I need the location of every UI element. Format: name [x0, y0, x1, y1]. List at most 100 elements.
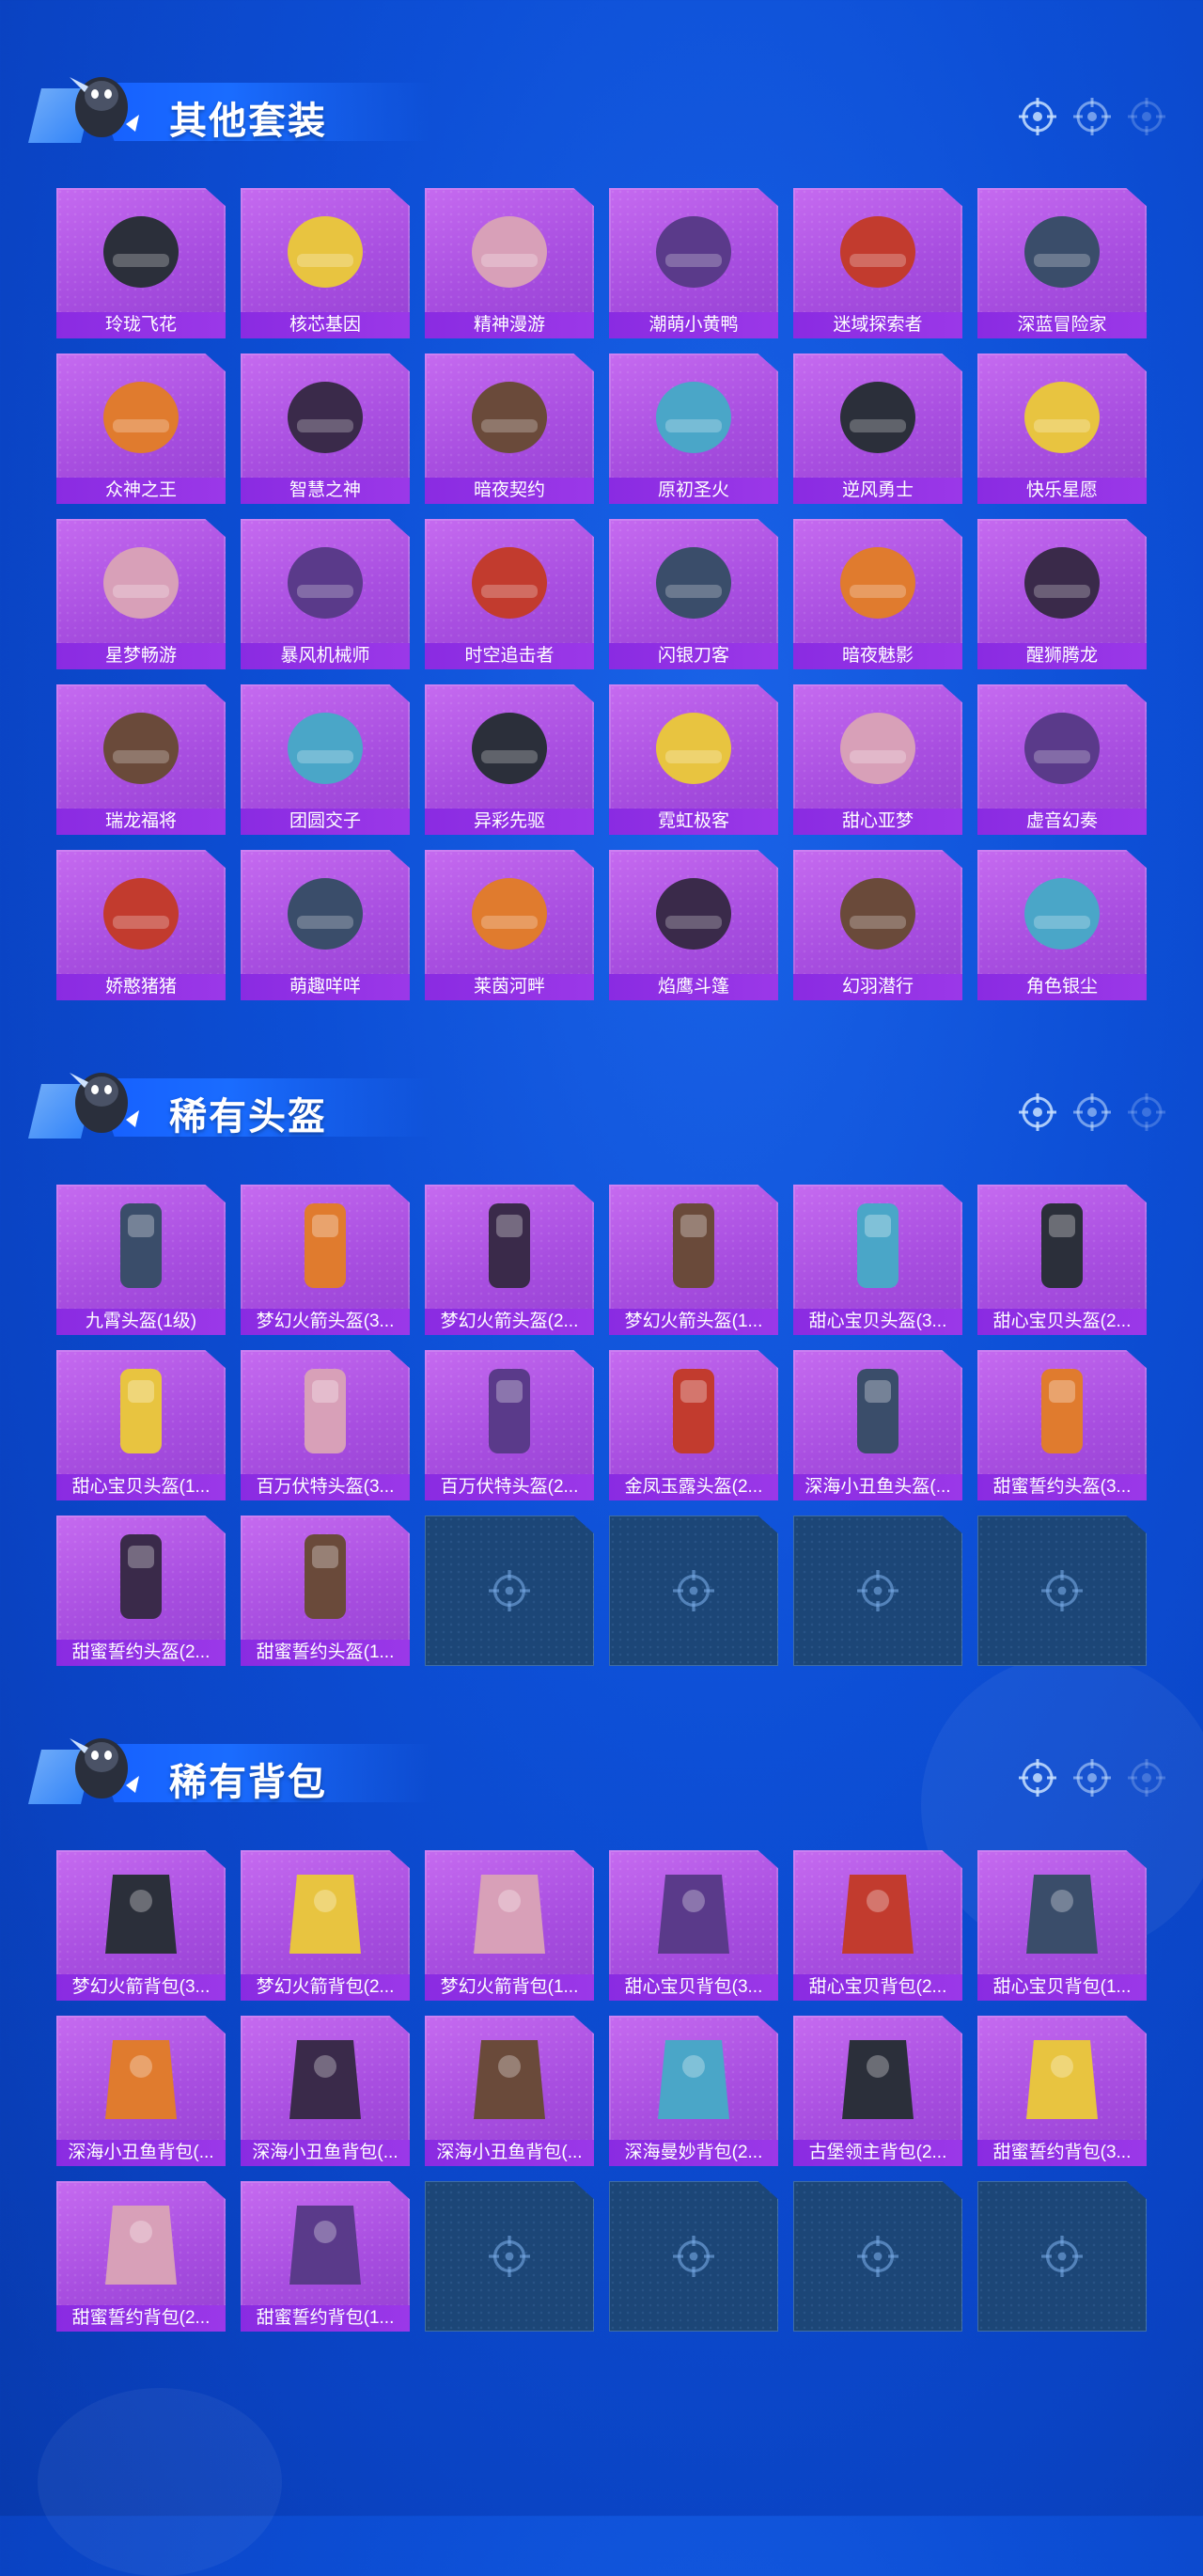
- mascot-icon: [70, 1073, 139, 1133]
- item-image: [472, 547, 547, 619]
- item-card[interactable]: 暗夜魅影: [793, 519, 962, 669]
- item-card[interactable]: 梦幻火箭背包(1...: [425, 1850, 594, 2001]
- item-card[interactable]: 甜蜜誓约头盔(3...: [977, 1350, 1147, 1500]
- item-card[interactable]: 古堡领主背包(2...: [793, 2016, 962, 2166]
- item-card[interactable]: 百万伏特头盔(3...: [241, 1350, 410, 1500]
- item-card[interactable]: 逆风勇士: [793, 353, 962, 504]
- section-header: 稀有背包: [28, 1714, 442, 1808]
- item-card[interactable]: 智慧之神: [241, 353, 410, 504]
- item-image: [103, 382, 179, 453]
- section-header: 其他套装: [28, 53, 442, 147]
- empty-slot: [793, 2181, 962, 2332]
- item-card[interactable]: 暴风机械师: [241, 519, 410, 669]
- crosshair-icon: [1019, 1759, 1056, 1797]
- item-card[interactable]: 莱茵河畔: [425, 850, 594, 1000]
- item-card[interactable]: 甜心宝贝背包(3...: [609, 1850, 778, 2001]
- item-card[interactable]: 核芯基因: [241, 188, 410, 338]
- mascot-icon: [70, 1738, 139, 1798]
- item-card[interactable]: 快乐星愿: [977, 353, 1147, 504]
- item-label: 梦幻火箭头盔(2...: [425, 1309, 594, 1335]
- item-label: 智慧之神: [241, 478, 410, 504]
- item-card[interactable]: 娇憨猪猪: [56, 850, 226, 1000]
- item-card[interactable]: 霓虹极客: [609, 684, 778, 835]
- item-card[interactable]: 甜蜜誓约背包(1...: [241, 2181, 410, 2332]
- item-label: 甜蜜誓约头盔(3...: [977, 1474, 1147, 1500]
- empty-slot: [977, 1516, 1147, 1666]
- item-card[interactable]: 精神漫游: [425, 188, 594, 338]
- item-image: [656, 382, 731, 453]
- item-label: 甜心亚梦: [793, 809, 962, 835]
- item-card[interactable]: 潮萌小黄鸭: [609, 188, 778, 338]
- item-label: 深海曼妙背包(2...: [609, 2140, 778, 2166]
- item-image: [289, 2040, 361, 2119]
- item-card[interactable]: 甜蜜誓约头盔(1...: [241, 1516, 410, 1666]
- item-card[interactable]: 深海小丑鱼背包(...: [425, 2016, 594, 2166]
- item-card[interactable]: 梦幻火箭头盔(2...: [425, 1185, 594, 1335]
- item-card[interactable]: 甜心宝贝背包(2...: [793, 1850, 962, 2001]
- item-label: 甜心宝贝头盔(1...: [56, 1474, 226, 1500]
- item-card[interactable]: 深海曼妙背包(2...: [609, 2016, 778, 2166]
- item-image: [103, 713, 179, 784]
- item-label: 金凤玉露头盔(2...: [609, 1474, 778, 1500]
- item-card[interactable]: 瑞龙福将: [56, 684, 226, 835]
- item-card[interactable]: 梦幻火箭头盔(1...: [609, 1185, 778, 1335]
- item-card[interactable]: 甜心宝贝头盔(1...: [56, 1350, 226, 1500]
- empty-slot: [609, 2181, 778, 2332]
- item-card[interactable]: 玲珑飞花: [56, 188, 226, 338]
- item-card[interactable]: 暗夜契约: [425, 353, 594, 504]
- item-card[interactable]: 甜蜜誓约背包(3...: [977, 2016, 1147, 2166]
- item-card[interactable]: 时空追击者: [425, 519, 594, 669]
- section-decor-icons: [1019, 1759, 1165, 1797]
- item-card[interactable]: 迷域探索者: [793, 188, 962, 338]
- item-card[interactable]: 异彩先驱: [425, 684, 594, 835]
- item-card[interactable]: 醒狮腾龙: [977, 519, 1147, 669]
- item-card[interactable]: 甜心宝贝背包(1...: [977, 1850, 1147, 2001]
- item-card[interactable]: 甜蜜誓约头盔(2...: [56, 1516, 226, 1666]
- item-card[interactable]: 深蓝冒险家: [977, 188, 1147, 338]
- item-image: [120, 1534, 162, 1619]
- item-image: [489, 1369, 530, 1453]
- item-card[interactable]: 众神之王: [56, 353, 226, 504]
- item-label: 潮萌小黄鸭: [609, 312, 778, 338]
- item-label: 梦幻火箭背包(3...: [56, 1974, 226, 2001]
- item-card[interactable]: 梦幻火箭背包(3...: [56, 1850, 226, 2001]
- item-card[interactable]: 甜心亚梦: [793, 684, 962, 835]
- item-card[interactable]: 原初圣火: [609, 353, 778, 504]
- item-card[interactable]: 九霄头盔(1级): [56, 1185, 226, 1335]
- item-card[interactable]: 金凤玉露头盔(2...: [609, 1350, 778, 1500]
- item-card[interactable]: 甜心宝贝头盔(3...: [793, 1185, 962, 1335]
- item-label: 逆风勇士: [793, 478, 962, 504]
- item-card[interactable]: 闪银刀客: [609, 519, 778, 669]
- item-image: [105, 2206, 177, 2285]
- item-image: [489, 1203, 530, 1288]
- item-card[interactable]: 深海小丑鱼头盔(...: [793, 1350, 962, 1500]
- item-card[interactable]: 萌趣咩咩: [241, 850, 410, 1000]
- item-image: [658, 2040, 729, 2119]
- item-label: 霓虹极客: [609, 809, 778, 835]
- item-image: [305, 1203, 346, 1288]
- item-card[interactable]: 甜蜜誓约背包(2...: [56, 2181, 226, 2332]
- empty-slot: [793, 1516, 962, 1666]
- item-card[interactable]: 深海小丑鱼背包(...: [56, 2016, 226, 2166]
- item-card[interactable]: 深海小丑鱼背包(...: [241, 2016, 410, 2166]
- item-label: 梦幻火箭背包(2...: [241, 1974, 410, 2001]
- item-label: 时空追击者: [425, 643, 594, 669]
- item-label: 团圆交子: [241, 809, 410, 835]
- item-card[interactable]: 梦幻火箭头盔(3...: [241, 1185, 410, 1335]
- item-image: [656, 216, 731, 288]
- item-label: 莱茵河畔: [425, 974, 594, 1000]
- item-card[interactable]: 焰鹰斗篷: [609, 850, 778, 1000]
- item-card[interactable]: 星梦畅游: [56, 519, 226, 669]
- item-card[interactable]: 梦幻火箭背包(2...: [241, 1850, 410, 2001]
- item-card[interactable]: 甜心宝贝头盔(2...: [977, 1185, 1147, 1335]
- item-card[interactable]: 幻羽潜行: [793, 850, 962, 1000]
- item-card[interactable]: 百万伏特头盔(2...: [425, 1350, 594, 1500]
- crosshair-icon: [489, 2236, 530, 2277]
- item-card[interactable]: 角色银尘: [977, 850, 1147, 1000]
- item-image: [840, 547, 915, 619]
- item-card[interactable]: 虚音幻奏: [977, 684, 1147, 835]
- item-label: 百万伏特头盔(2...: [425, 1474, 594, 1500]
- item-label: 幻羽潜行: [793, 974, 962, 1000]
- item-card[interactable]: 团圆交子: [241, 684, 410, 835]
- crosshair-icon: [1128, 1759, 1165, 1797]
